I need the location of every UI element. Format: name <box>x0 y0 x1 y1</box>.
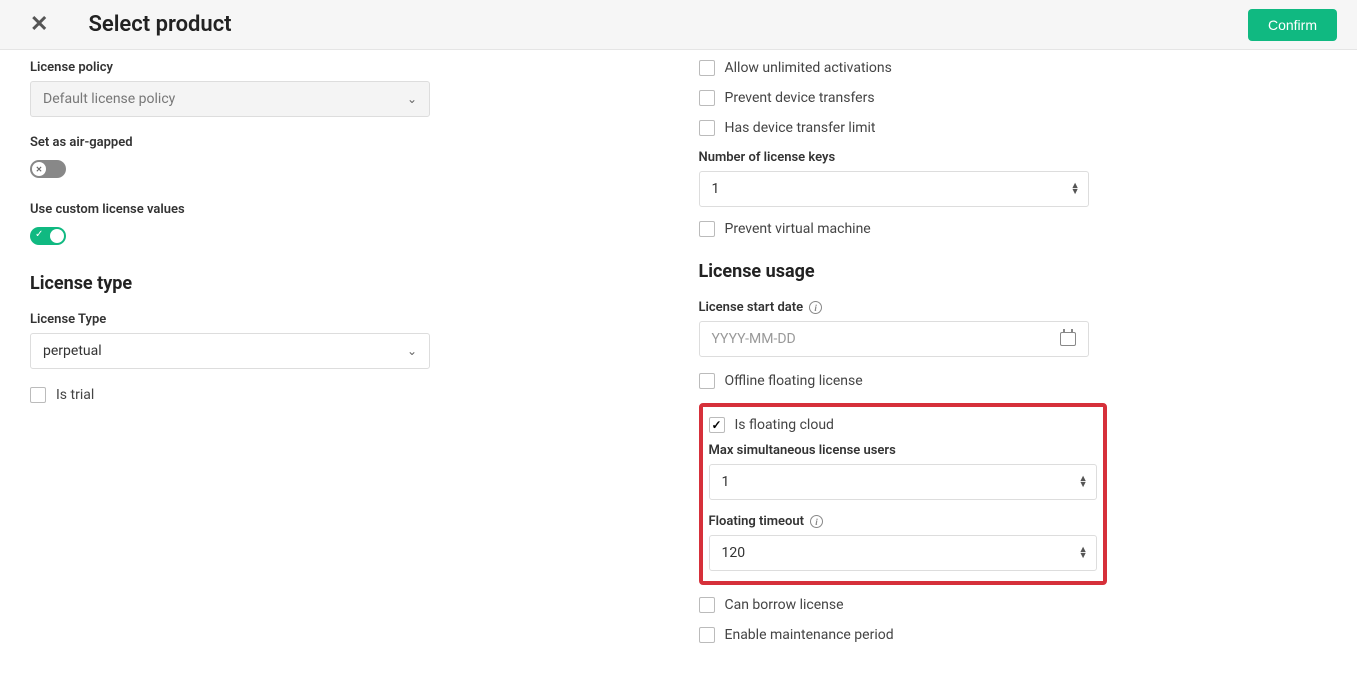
prevent-vm-checkbox[interactable] <box>699 221 715 237</box>
allow-unlimited-checkbox[interactable] <box>699 60 715 76</box>
floating-cloud-highlight: Is floating cloud Max simultaneous licen… <box>699 403 1107 585</box>
transfer-limit-checkbox[interactable] <box>699 120 715 136</box>
transfer-limit-label: Has device transfer limit <box>725 120 876 136</box>
spinner-icon: ▲▼ <box>1079 547 1096 560</box>
modal-body: License policy Default license policy ⌄ … <box>0 50 1357 687</box>
is-trial-label: Is trial <box>56 387 94 403</box>
is-floating-cloud-row: Is floating cloud <box>709 417 1097 433</box>
enable-maintenance-row: Enable maintenance period <box>699 627 1288 643</box>
enable-maintenance-checkbox[interactable] <box>699 627 715 643</box>
license-type-value: perpetual <box>43 343 102 359</box>
custom-values-field: Use custom license values <box>30 202 639 249</box>
floating-timeout-input[interactable]: 120 ▲▼ <box>709 535 1097 571</box>
chevron-down-icon: ⌄ <box>407 344 417 358</box>
prevent-vm-label: Prevent virtual machine <box>725 221 871 237</box>
transfer-limit-row: Has device transfer limit <box>699 120 1288 136</box>
start-date-label: License start date i <box>699 300 1288 315</box>
is-floating-cloud-checkbox[interactable] <box>709 417 725 433</box>
section-license-usage: License usage <box>699 261 1288 282</box>
calendar-icon <box>1060 332 1076 346</box>
prevent-vm-row: Prevent virtual machine <box>699 221 1288 237</box>
num-keys-input[interactable]: 1 ▲▼ <box>699 171 1089 207</box>
spinner-icon: ▲▼ <box>1071 183 1088 196</box>
start-date-placeholder: YYYY-MM-DD <box>712 331 796 347</box>
spinner-icon: ▲▼ <box>1079 476 1096 489</box>
is-trial-row: Is trial <box>30 387 639 403</box>
offline-floating-label: Offline floating license <box>725 373 863 389</box>
can-borrow-row: Can borrow license <box>699 597 1288 613</box>
max-users-input[interactable]: 1 ▲▼ <box>709 464 1097 500</box>
prevent-transfers-label: Prevent device transfers <box>725 90 875 106</box>
license-type-select[interactable]: perpetual ⌄ <box>30 333 430 369</box>
modal-header: ✕ Select product Confirm <box>0 0 1357 50</box>
prevent-transfers-row: Prevent device transfers <box>699 90 1288 106</box>
is-floating-cloud-label: Is floating cloud <box>735 417 834 433</box>
can-borrow-label: Can borrow license <box>725 597 844 613</box>
close-icon[interactable]: ✕ <box>30 14 48 36</box>
enable-maintenance-label: Enable maintenance period <box>725 627 894 643</box>
num-keys-label: Number of license keys <box>699 150 1288 165</box>
allow-unlimited-label: Allow unlimited activations <box>725 60 892 76</box>
info-icon[interactable]: i <box>809 301 822 314</box>
section-license-type: License type <box>30 273 639 294</box>
max-users-value: 1 <box>722 474 730 490</box>
start-date-input[interactable]: YYYY-MM-DD <box>699 321 1089 357</box>
chevron-down-icon: ⌄ <box>407 92 417 106</box>
num-keys-value: 1 <box>712 181 720 197</box>
license-type-label: License Type <box>30 312 639 327</box>
floating-timeout-value: 120 <box>722 545 746 561</box>
max-users-label: Max simultaneous license users <box>709 443 1097 458</box>
air-gapped-field: Set as air-gapped <box>30 135 639 182</box>
right-column: Allow unlimited activations Prevent devi… <box>679 60 1328 657</box>
license-policy-select[interactable]: Default license policy ⌄ <box>30 81 430 117</box>
allow-unlimited-row: Allow unlimited activations <box>699 60 1288 76</box>
modal-title: Select product <box>88 12 231 37</box>
custom-values-label: Use custom license values <box>30 202 639 217</box>
confirm-button[interactable]: Confirm <box>1248 9 1337 41</box>
air-gapped-label: Set as air-gapped <box>30 135 639 150</box>
floating-timeout-label: Floating timeout i <box>709 514 1097 529</box>
air-gapped-toggle[interactable] <box>30 160 66 178</box>
prevent-transfers-checkbox[interactable] <box>699 90 715 106</box>
can-borrow-checkbox[interactable] <box>699 597 715 613</box>
is-trial-checkbox[interactable] <box>30 387 46 403</box>
info-icon[interactable]: i <box>810 515 823 528</box>
left-column: License policy Default license policy ⌄ … <box>30 60 679 657</box>
offline-floating-checkbox[interactable] <box>699 373 715 389</box>
offline-floating-row: Offline floating license <box>699 373 1288 389</box>
license-policy-value: Default license policy <box>43 91 175 107</box>
license-policy-label: License policy <box>30 60 639 75</box>
custom-values-toggle[interactable] <box>30 227 66 245</box>
